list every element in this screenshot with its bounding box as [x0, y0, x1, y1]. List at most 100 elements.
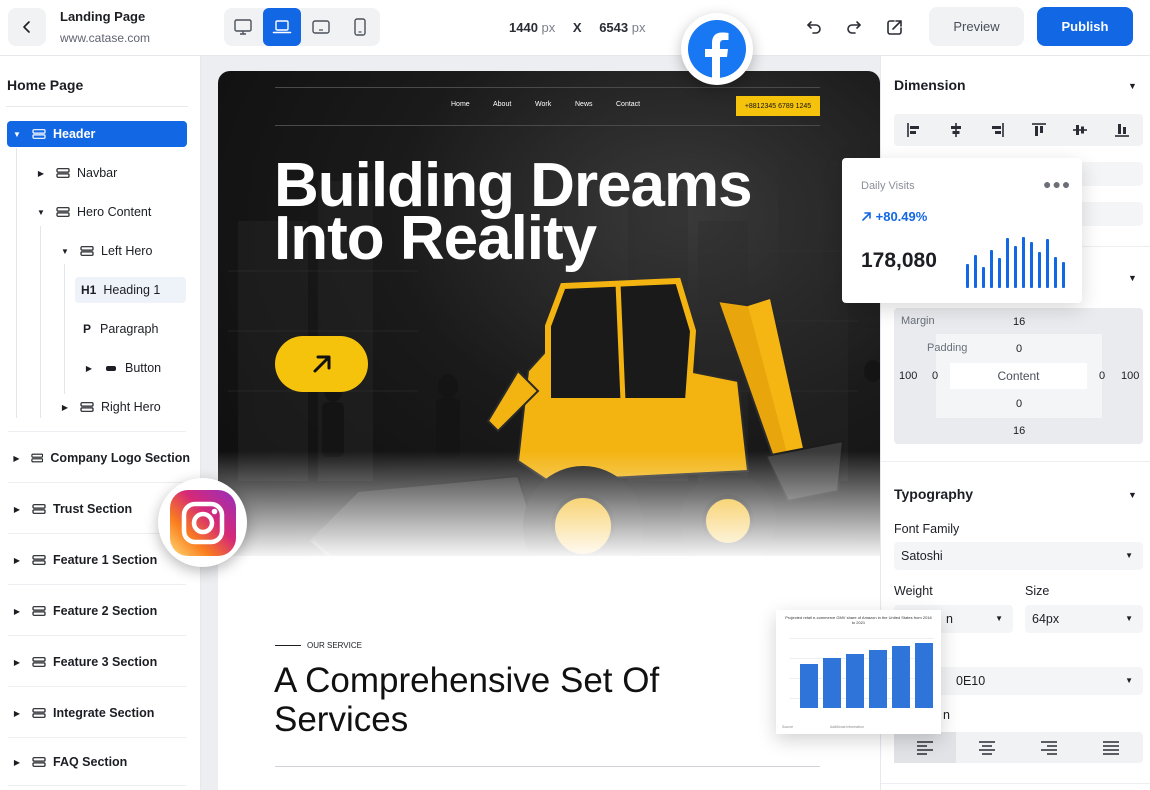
- align-left-icon[interactable]: [906, 122, 922, 138]
- padding-top-value[interactable]: 0: [1016, 343, 1022, 355]
- layer-integrate-section[interactable]: ▶ Integrate Section: [12, 700, 190, 726]
- layer-label: Company Logo Section: [50, 451, 190, 465]
- text-align-justify-button[interactable]: [1080, 732, 1142, 763]
- undo-button[interactable]: [801, 14, 827, 40]
- back-button[interactable]: [8, 8, 46, 46]
- visits-spark-bar: [1022, 237, 1025, 288]
- layer-heading-1[interactable]: H1 Heading 1: [75, 277, 186, 303]
- layer-feature-3-section[interactable]: ▶ Feature 3 Section: [12, 649, 190, 675]
- tablet-landscape-icon: [312, 20, 330, 34]
- visits-sparkbars: [966, 234, 1072, 288]
- section-icon: [32, 657, 46, 667]
- preview-button[interactable]: Preview: [929, 7, 1024, 46]
- phone-number-button[interactable]: +8812345 6789 1245: [736, 96, 820, 116]
- tree-guide-line: [40, 226, 41, 418]
- canvas-width-value: 1440: [509, 20, 538, 35]
- project-title: Landing Page: [60, 9, 146, 24]
- hero-heading[interactable]: Building Dreams Into Reality: [274, 155, 834, 270]
- mini-chart-title: Projected retail e-commerce GMV share of…: [785, 615, 932, 625]
- padding-right-value[interactable]: 0: [1099, 370, 1105, 382]
- text-align-left-icon: [917, 740, 933, 755]
- content-box: Content: [950, 363, 1087, 389]
- caret-right-icon[interactable]: ▶: [12, 709, 22, 718]
- layer-button[interactable]: ▶ Button: [84, 355, 186, 381]
- text-align-left-button[interactable]: [894, 732, 956, 763]
- caret-right-icon[interactable]: ▶: [12, 556, 22, 565]
- layer-label: Integrate Section: [53, 706, 155, 720]
- redo-button[interactable]: [841, 14, 867, 40]
- margin-left-value[interactable]: 100: [899, 370, 917, 382]
- device-desktop-button[interactable]: [224, 8, 262, 46]
- layer-feature-1-section[interactable]: ▶ Feature 1 Section: [12, 547, 190, 573]
- nav-link-about[interactable]: About: [493, 101, 511, 108]
- publish-button[interactable]: Publish: [1037, 7, 1133, 46]
- share-icon: [887, 20, 902, 35]
- padding-left-value[interactable]: 0: [932, 370, 938, 382]
- layer-navbar[interactable]: ▶ Navbar: [36, 160, 186, 186]
- section-icon: [32, 555, 46, 565]
- margin-bottom-value[interactable]: 16: [1013, 425, 1025, 437]
- more-options-icon[interactable]: ●●●: [1043, 176, 1071, 192]
- hero-fade-overlay: [218, 451, 880, 561]
- visits-change-value: +80.49%: [875, 209, 928, 224]
- nav-link-contact[interactable]: Contact: [616, 101, 640, 108]
- chevron-left-icon: [23, 21, 30, 33]
- collapse-dimension-icon[interactable]: ▼: [1128, 81, 1137, 91]
- sidebar-divider: [6, 106, 188, 107]
- device-tablet-portrait-button[interactable]: [341, 8, 379, 46]
- daily-visits-card: Daily Visits ●●● +80.49% 178,080: [842, 158, 1082, 303]
- caret-down-icon[interactable]: ▼: [60, 247, 70, 256]
- device-tablet-landscape-button[interactable]: [302, 8, 340, 46]
- layer-left-hero[interactable]: ▼ Left Hero: [60, 238, 186, 264]
- section-divider: [8, 737, 186, 738]
- align-right-icon[interactable]: [989, 122, 1005, 138]
- caret-right-icon[interactable]: ▶: [12, 454, 21, 463]
- font-family-select[interactable]: Satoshi ▼: [894, 542, 1143, 570]
- collapse-spacing-icon[interactable]: ▼: [1128, 273, 1137, 283]
- trend-up-icon: [862, 212, 871, 221]
- visits-change: +80.49%: [861, 209, 927, 224]
- size-select[interactable]: 64px ▼: [1025, 605, 1143, 633]
- layer-company-logo-section[interactable]: ▶ Company Logo Section: [12, 445, 190, 471]
- align-center-vertical-icon[interactable]: [1072, 122, 1088, 138]
- padding-bottom-value[interactable]: 0: [1016, 398, 1022, 410]
- section-icon: [32, 757, 46, 767]
- text-align-right-button[interactable]: [1018, 732, 1080, 763]
- align-center-horizontal-icon[interactable]: [948, 122, 964, 138]
- mini-chart-bar: [846, 654, 864, 708]
- services-heading[interactable]: A Comprehensive Set Of Services: [274, 661, 774, 739]
- align-bottom-icon[interactable]: [1114, 122, 1130, 138]
- text-align-center-button[interactable]: [956, 732, 1018, 763]
- caret-right-icon[interactable]: ▶: [84, 364, 94, 373]
- layer-faq-section[interactable]: ▶ FAQ Section: [12, 749, 190, 775]
- device-laptop-button[interactable]: [263, 8, 301, 46]
- layer-paragraph[interactable]: P Paragraph: [75, 316, 186, 342]
- layer-feature-2-section[interactable]: ▶ Feature 2 Section: [12, 598, 190, 624]
- section-icon: [31, 453, 44, 463]
- caret-right-icon[interactable]: ▶: [12, 658, 22, 667]
- caret-right-icon[interactable]: ▶: [60, 403, 70, 412]
- chevron-down-icon: ▼: [1125, 676, 1133, 685]
- margin-right-value[interactable]: 100: [1121, 370, 1139, 382]
- alignment-label: n: [943, 708, 950, 722]
- layer-hero-content[interactable]: ▼ Hero Content: [36, 199, 186, 225]
- share-button[interactable]: [882, 14, 908, 40]
- tree-guide-line: [16, 148, 17, 418]
- layer-right-hero[interactable]: ▶ Right Hero: [60, 394, 186, 420]
- align-top-icon[interactable]: [1031, 122, 1047, 138]
- caret-down-icon[interactable]: ▼: [36, 208, 46, 217]
- caret-right-icon[interactable]: ▶: [36, 169, 46, 178]
- nav-link-work[interactable]: Work: [535, 101, 551, 108]
- caret-right-icon[interactable]: ▶: [12, 505, 22, 514]
- caret-right-icon[interactable]: ▶: [12, 758, 22, 767]
- nav-link-home[interactable]: Home: [451, 101, 470, 108]
- nav-link-news[interactable]: News: [575, 101, 593, 108]
- caret-right-icon[interactable]: ▶: [12, 607, 22, 616]
- nav-bottom-rule: [275, 125, 820, 126]
- caret-down-icon[interactable]: ▼: [12, 130, 22, 139]
- collapse-typography-icon[interactable]: ▼: [1128, 490, 1137, 500]
- layer-header[interactable]: ▼ Header: [7, 121, 187, 147]
- margin-top-value[interactable]: 16: [1013, 316, 1025, 328]
- project-url: www.catase.com: [60, 31, 151, 45]
- hero-cta-button[interactable]: [275, 336, 368, 392]
